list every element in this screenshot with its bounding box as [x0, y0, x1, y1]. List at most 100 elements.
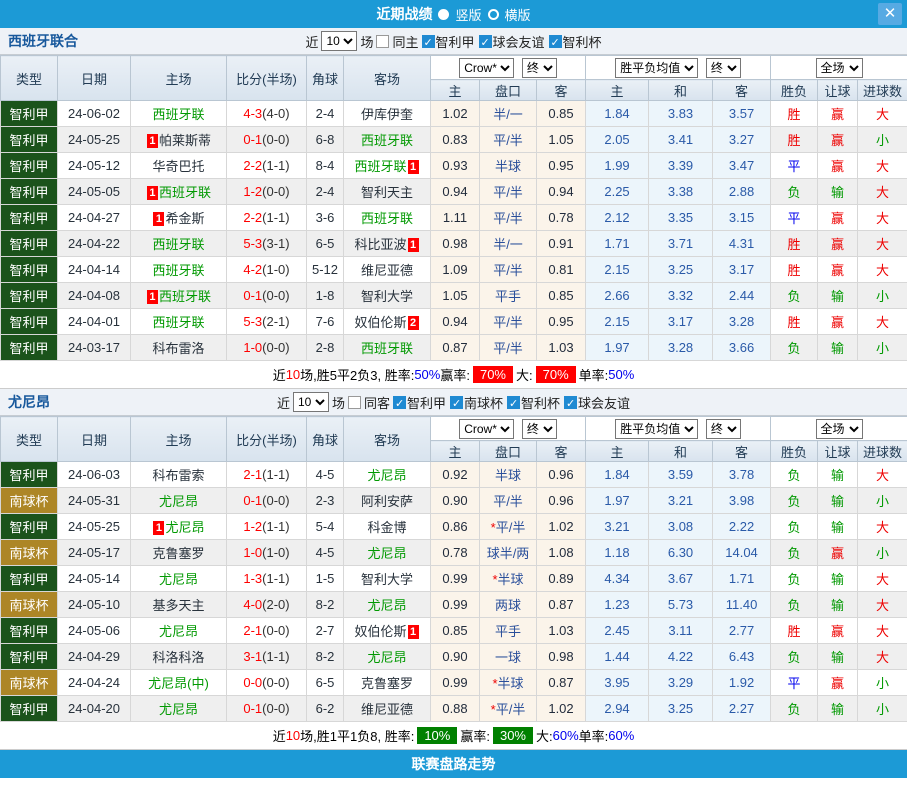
table-row: 智利甲 24-04-27 1希金斯 2-2(1-1) 3-6 西班牙联 1.11…: [1, 205, 907, 231]
same-venue-checkbox[interactable]: [348, 396, 361, 409]
score: 2-2(1-1): [227, 205, 307, 231]
result-wdl: 胜: [771, 618, 818, 644]
league-filter-checkbox[interactable]: [450, 396, 463, 409]
avg-away-odds: 1.92: [713, 670, 771, 696]
match-date: 24-05-31: [58, 488, 131, 514]
result-handicap: 赢: [818, 670, 858, 696]
avg-select[interactable]: 胜平负均值: [615, 58, 698, 78]
close-button[interactable]: ✕: [878, 3, 902, 25]
away-team: 克鲁塞罗: [344, 670, 431, 696]
avg-home-odds: 2.05: [586, 127, 649, 153]
table-row: 智利甲 24-04-08 1西班牙联 0-1(0-0) 1-8 智利大学 1.0…: [1, 283, 907, 309]
league-filter-checkbox[interactable]: [479, 35, 492, 48]
home-odds: 0.94: [431, 179, 480, 205]
col-away: 客场: [344, 56, 431, 101]
home-odds: 0.93: [431, 153, 480, 179]
col-type: 类型: [1, 56, 58, 101]
corner-count: 8-2: [307, 592, 344, 618]
score: 3-1(1-1): [227, 644, 307, 670]
league-badge: 智利甲: [1, 696, 58, 722]
recent-count-select[interactable]: 10: [321, 31, 357, 51]
summary-segment: 10: [286, 367, 300, 382]
result-goals: 小: [858, 540, 907, 566]
odds-time-select[interactable]: 终: [522, 58, 557, 78]
league-filter-checkbox[interactable]: [564, 396, 577, 409]
home-odds: 1.09: [431, 257, 480, 283]
match-date: 24-04-20: [58, 696, 131, 722]
result-handicap: 赢: [818, 618, 858, 644]
avg-time-select[interactable]: 终: [706, 419, 741, 439]
match-date: 24-06-02: [58, 101, 131, 127]
league-filter-checkbox[interactable]: [507, 396, 520, 409]
avg-home-odds: 1.97: [586, 335, 649, 361]
scope-select[interactable]: 全场: [816, 419, 863, 439]
result-wdl: 平: [771, 153, 818, 179]
layout-horizontal-radio[interactable]: [488, 9, 499, 20]
summary-segment: 50%: [608, 367, 634, 382]
home-team: 西班牙联: [131, 231, 227, 257]
recent-count-select[interactable]: 10: [293, 392, 329, 412]
away-odds: 0.91: [537, 231, 586, 257]
away-team: 奴伯伦斯2: [344, 309, 431, 335]
result-wdl: 负: [771, 462, 818, 488]
avg-away-odds: 2.27: [713, 696, 771, 722]
away-odds: 1.02: [537, 514, 586, 540]
halftime-score: (1-1): [262, 210, 289, 225]
red-card-badge: 1: [408, 238, 419, 252]
avg-time-select[interactable]: 终: [706, 58, 741, 78]
summary-segment: 30%: [493, 727, 533, 744]
league-filter-checkbox[interactable]: [549, 35, 562, 48]
summary-segment: 赢率:: [440, 365, 470, 384]
league-filter-checkbox[interactable]: [393, 396, 406, 409]
layout-vertical-label[interactable]: 竖版: [455, 5, 481, 24]
match-date: 24-05-14: [58, 566, 131, 592]
bookmaker-select[interactable]: Crow*: [459, 58, 514, 78]
away-odds: 0.96: [537, 462, 586, 488]
bookmaker-select[interactable]: Crow*: [459, 419, 514, 439]
handicap-line: 平手: [480, 618, 537, 644]
result-handicap: 赢: [818, 153, 858, 179]
home-team: 西班牙联: [131, 309, 227, 335]
league-filter-item: 智利杯: [549, 32, 602, 51]
score: 0-1(0-0): [227, 488, 307, 514]
scope-select[interactable]: 全场: [816, 58, 863, 78]
fulltime-score: 2-1: [243, 623, 262, 638]
match-date: 24-05-06: [58, 618, 131, 644]
result-wdl: 负: [771, 696, 818, 722]
same-venue-label: 同主: [392, 32, 418, 51]
live-odds-star: *: [491, 520, 496, 535]
fulltime-score: 4-0: [243, 597, 262, 612]
score: 0-1(0-0): [227, 696, 307, 722]
result-goals: 大: [858, 309, 907, 335]
away-team: 西班牙联: [344, 335, 431, 361]
avg-home-odds: 1.23: [586, 592, 649, 618]
away-team: 西班牙联1: [344, 153, 431, 179]
fulltime-score: 2-1: [243, 467, 262, 482]
result-handicap: 输: [818, 644, 858, 670]
halftime-score: (0-0): [262, 623, 289, 638]
away-odds: 0.85: [537, 101, 586, 127]
league-badge: 智利甲: [1, 335, 58, 361]
score: 4-2(1-0): [227, 257, 307, 283]
avg-select[interactable]: 胜平负均值: [615, 419, 698, 439]
home-odds: 0.78: [431, 540, 480, 566]
league-filter-checkbox[interactable]: [422, 35, 435, 48]
odds-time-select[interactable]: 终: [522, 419, 557, 439]
home-odds: 0.99: [431, 670, 480, 696]
score: 1-2(0-0): [227, 179, 307, 205]
layout-vertical-radio[interactable]: [438, 9, 449, 20]
same-venue-checkbox[interactable]: [376, 35, 389, 48]
score: 4-0(2-0): [227, 592, 307, 618]
handicap-line: 半/一: [480, 231, 537, 257]
dialog-title: 近期战绩: [376, 4, 432, 24]
home-team: 1西班牙联: [131, 283, 227, 309]
table-row: 智利甲 24-05-05 1西班牙联 1-2(0-0) 2-4 智利天主 0.9…: [1, 179, 907, 205]
away-team: 维尼亚德: [344, 257, 431, 283]
result-wdl: 胜: [771, 101, 818, 127]
handicap-line: 两球: [480, 592, 537, 618]
avg-away-odds: 11.40: [713, 592, 771, 618]
layout-horizontal-label[interactable]: 横版: [505, 5, 531, 24]
league-filter-label: 球会友谊: [578, 393, 630, 412]
live-odds-star: *: [492, 676, 497, 691]
red-card-badge: 1: [147, 134, 158, 148]
